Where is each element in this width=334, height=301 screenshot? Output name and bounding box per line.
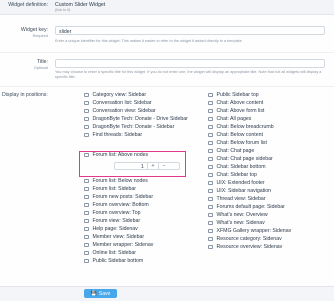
checkbox[interactable] [208, 140, 213, 146]
checkbox[interactable] [208, 116, 213, 122]
checkbox[interactable] [84, 100, 89, 106]
checkbox[interactable] [84, 108, 89, 114]
checkbox[interactable] [208, 236, 213, 242]
checkbox[interactable] [208, 172, 213, 178]
position-item[interactable]: Member view: Sidebar [84, 233, 144, 241]
checkbox[interactable] [84, 234, 89, 240]
divider [0, 52, 334, 53]
checkbox[interactable] [208, 244, 213, 250]
widget-definition-label: Widget definition: [8, 2, 48, 8]
checkbox[interactable] [208, 188, 213, 194]
save-icon: 💾 [90, 290, 97, 297]
position-item[interactable]: Member wrapper: Sidenav [84, 241, 153, 249]
widget-definition-row: Widget definition: Custom Slider Widget … [0, 0, 334, 15]
position-item[interactable]: Chat: All pages [208, 115, 251, 123]
position-item[interactable]: DragonByte Tech: Donate - Sidebar [84, 123, 174, 131]
checkbox[interactable] [84, 210, 89, 216]
position-item[interactable]: Forums default page: Sidebar [208, 203, 285, 211]
position-item[interactable]: Help page: Sidenav [84, 225, 138, 233]
position-item[interactable]: Conversation list: Sidebar [84, 99, 152, 107]
checkbox[interactable] [84, 242, 89, 248]
checkbox[interactable] [208, 156, 213, 162]
checkbox[interactable] [84, 218, 89, 224]
widget-key-required: Required [32, 34, 48, 38]
title-optional: Optional [33, 66, 48, 70]
position-item[interactable]: Forum view: Sidebar [84, 217, 140, 225]
widget-definition-note[interactable]: (link to it) [55, 8, 70, 13]
title-hint: You may choose to enter a specific title… [55, 70, 322, 79]
position-item[interactable]: Category view: Sidebar [84, 91, 146, 99]
checkbox[interactable] [208, 108, 213, 114]
position-item[interactable]: Chat: Above form list [208, 107, 264, 115]
position-item[interactable]: Chat: Sidebar top [208, 171, 257, 179]
position-item[interactable]: Thread view: Sidebar [208, 195, 266, 203]
checkbox[interactable] [84, 132, 89, 138]
checkbox[interactable] [208, 212, 213, 218]
widget-key-label: Widget key: [20, 27, 48, 33]
checkbox[interactable] [84, 250, 89, 256]
checkbox[interactable] [208, 228, 213, 234]
position-item[interactable]: Chat: Below breadcrumb [208, 123, 274, 131]
title-label: Title: [36, 59, 48, 65]
position-item[interactable]: Chat: Sidebar bottom [208, 163, 266, 171]
position-item[interactable]: DragonByte Tech: Donate - Drive Sidebar [84, 115, 188, 123]
position-item[interactable]: Resource overview: Sidenav [208, 243, 282, 251]
position-item[interactable]: UIX: Sidebar navigation [208, 187, 271, 195]
position-order-stepper[interactable]: 1 + − [114, 162, 180, 170]
position-item[interactable]: Chat: Chat page sidebar [208, 155, 273, 163]
stepper-plus-button[interactable]: + [147, 163, 158, 169]
checkbox[interactable] [84, 92, 89, 98]
position-item[interactable]: Forum list: Below nodes [84, 177, 148, 185]
save-label: Save [98, 290, 111, 297]
checkbox[interactable] [208, 204, 213, 210]
widget-key-input[interactable]: slider [55, 26, 325, 35]
stepper-value: 1 [141, 164, 144, 170]
position-item[interactable]: Find threads: Sidebar [84, 131, 142, 139]
position-item[interactable]: Public Sidebar bottom [84, 257, 143, 265]
position-item[interactable]: UIX: Extended footer [208, 179, 265, 187]
title-input[interactable] [55, 59, 325, 68]
widget-key-value: slider [59, 28, 72, 35]
checkbox[interactable] [84, 178, 89, 184]
position-item[interactable]: Resource category: Sidenav [208, 235, 282, 243]
position-item[interactable]: XFMG Gallery wrapper: Sidenav [208, 227, 291, 235]
checkbox[interactable] [208, 100, 213, 106]
checkbox[interactable] [208, 180, 213, 186]
position-item[interactable]: Forum list: Sidebar [84, 185, 136, 193]
checkbox[interactable] [208, 164, 213, 170]
form-footer [0, 286, 334, 301]
position-item[interactable]: Forum new posts: Sidebar [84, 193, 153, 201]
checkbox[interactable] [84, 186, 89, 192]
position-item[interactable]: Chat: Chat page [208, 147, 254, 155]
checkbox[interactable] [84, 194, 89, 200]
checkbox[interactable] [84, 202, 89, 208]
position-item[interactable]: Forum overview: Top [84, 209, 141, 217]
position-item[interactable]: What's new: Sidenav [208, 219, 265, 227]
checkbox[interactable] [84, 124, 89, 130]
position-item[interactable]: What's new: Overview [208, 211, 268, 219]
position-item[interactable]: Public Sidebar top [208, 91, 259, 99]
position-item[interactable]: Chat: Below content [208, 131, 263, 139]
position-item[interactable]: Conversation view: Sidebar [84, 107, 156, 115]
checkbox[interactable] [208, 196, 213, 202]
checkbox[interactable] [84, 258, 89, 264]
position-item-forum-list-above-nodes[interactable]: Forum list: Above nodes [84, 151, 148, 159]
checkbox[interactable] [208, 132, 213, 138]
stepper-minus-button[interactable]: − [158, 163, 169, 169]
checkbox[interactable] [84, 226, 89, 232]
checkbox[interactable] [208, 148, 213, 154]
positions-label: Display in positions: [2, 92, 48, 98]
widget-key-hint: Enter a unique identifier for this widge… [55, 39, 243, 43]
save-button[interactable]: 💾 Save [84, 289, 117, 298]
divider [0, 86, 334, 87]
position-item[interactable]: Chat: Below forum list [208, 139, 267, 147]
checkbox[interactable] [84, 116, 89, 122]
position-item[interactable]: Online list: Sidebar [84, 249, 136, 257]
checkbox[interactable] [84, 152, 89, 158]
checkbox[interactable] [208, 124, 213, 130]
checkbox[interactable] [208, 92, 213, 98]
position-item[interactable]: Forum overview: Bottom [84, 201, 149, 209]
position-item[interactable]: Chat: Above content [208, 99, 263, 107]
checkbox[interactable] [208, 220, 213, 226]
